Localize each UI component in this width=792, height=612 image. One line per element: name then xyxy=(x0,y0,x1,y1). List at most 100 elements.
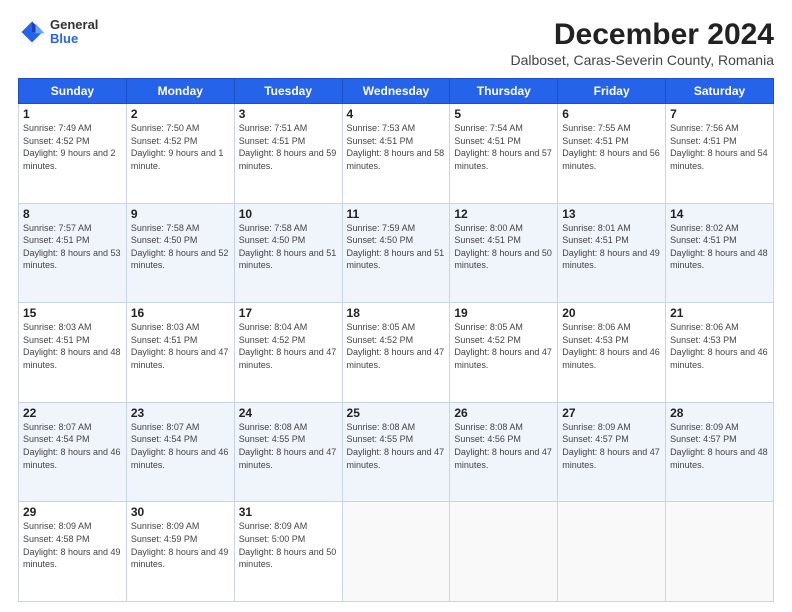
day-number: 22 xyxy=(23,406,122,420)
col-thursday: Thursday xyxy=(450,79,558,104)
calendar-cell xyxy=(666,502,774,602)
day-info: Sunrise: 7:58 AMSunset: 4:50 PMDaylight:… xyxy=(239,223,337,271)
day-number: 7 xyxy=(670,107,769,121)
col-wednesday: Wednesday xyxy=(342,79,450,104)
day-number: 8 xyxy=(23,207,122,221)
day-info: Sunrise: 8:05 AMSunset: 4:52 PMDaylight:… xyxy=(347,322,445,370)
day-info: Sunrise: 8:06 AMSunset: 4:53 PMDaylight:… xyxy=(670,322,768,370)
day-number: 16 xyxy=(131,306,230,320)
calendar-cell: 31 Sunrise: 8:09 AMSunset: 5:00 PMDaylig… xyxy=(234,502,342,602)
day-number: 20 xyxy=(562,306,661,320)
day-info: Sunrise: 7:51 AMSunset: 4:51 PMDaylight:… xyxy=(239,123,337,171)
calendar-cell: 12 Sunrise: 8:00 AMSunset: 4:51 PMDaylig… xyxy=(450,203,558,303)
logo-blue: Blue xyxy=(50,32,98,46)
calendar-cell: 30 Sunrise: 8:09 AMSunset: 4:59 PMDaylig… xyxy=(126,502,234,602)
day-info: Sunrise: 7:50 AMSunset: 4:52 PMDaylight:… xyxy=(131,123,224,171)
day-info: Sunrise: 8:09 AMSunset: 4:57 PMDaylight:… xyxy=(562,422,660,470)
calendar-cell: 8 Sunrise: 7:57 AMSunset: 4:51 PMDayligh… xyxy=(19,203,127,303)
calendar-cell: 7 Sunrise: 7:56 AMSunset: 4:51 PMDayligh… xyxy=(666,104,774,204)
location: Dalboset, Caras-Severin County, Romania xyxy=(510,52,774,68)
logo-text: General Blue xyxy=(50,18,98,47)
header: General Blue December 2024 Dalboset, Car… xyxy=(18,18,774,68)
calendar-cell: 24 Sunrise: 8:08 AMSunset: 4:55 PMDaylig… xyxy=(234,402,342,502)
calendar-cell: 23 Sunrise: 8:07 AMSunset: 4:54 PMDaylig… xyxy=(126,402,234,502)
calendar-cell: 5 Sunrise: 7:54 AMSunset: 4:51 PMDayligh… xyxy=(450,104,558,204)
day-number: 29 xyxy=(23,505,122,519)
calendar-week-5: 29 Sunrise: 8:09 AMSunset: 4:58 PMDaylig… xyxy=(19,502,774,602)
day-number: 24 xyxy=(239,406,338,420)
day-number: 5 xyxy=(454,107,553,121)
day-info: Sunrise: 8:07 AMSunset: 4:54 PMDaylight:… xyxy=(131,422,229,470)
col-saturday: Saturday xyxy=(666,79,774,104)
calendar-cell: 17 Sunrise: 8:04 AMSunset: 4:52 PMDaylig… xyxy=(234,303,342,403)
col-friday: Friday xyxy=(558,79,666,104)
day-number: 15 xyxy=(23,306,122,320)
day-info: Sunrise: 8:00 AMSunset: 4:51 PMDaylight:… xyxy=(454,223,552,271)
day-number: 21 xyxy=(670,306,769,320)
calendar-cell: 26 Sunrise: 8:08 AMSunset: 4:56 PMDaylig… xyxy=(450,402,558,502)
day-number: 18 xyxy=(347,306,446,320)
day-number: 30 xyxy=(131,505,230,519)
calendar-cell: 21 Sunrise: 8:06 AMSunset: 4:53 PMDaylig… xyxy=(666,303,774,403)
day-number: 9 xyxy=(131,207,230,221)
day-number: 17 xyxy=(239,306,338,320)
day-number: 25 xyxy=(347,406,446,420)
calendar-cell: 2 Sunrise: 7:50 AMSunset: 4:52 PMDayligh… xyxy=(126,104,234,204)
day-number: 27 xyxy=(562,406,661,420)
day-number: 13 xyxy=(562,207,661,221)
day-info: Sunrise: 7:58 AMSunset: 4:50 PMDaylight:… xyxy=(131,223,229,271)
day-number: 19 xyxy=(454,306,553,320)
calendar-cell: 6 Sunrise: 7:55 AMSunset: 4:51 PMDayligh… xyxy=(558,104,666,204)
day-info: Sunrise: 8:05 AMSunset: 4:52 PMDaylight:… xyxy=(454,322,552,370)
calendar-cell: 20 Sunrise: 8:06 AMSunset: 4:53 PMDaylig… xyxy=(558,303,666,403)
title-block: December 2024 Dalboset, Caras-Severin Co… xyxy=(510,18,774,68)
calendar-cell: 27 Sunrise: 8:09 AMSunset: 4:57 PMDaylig… xyxy=(558,402,666,502)
day-number: 1 xyxy=(23,107,122,121)
calendar-week-2: 8 Sunrise: 7:57 AMSunset: 4:51 PMDayligh… xyxy=(19,203,774,303)
day-info: Sunrise: 8:02 AMSunset: 4:51 PMDaylight:… xyxy=(670,223,768,271)
calendar-cell: 15 Sunrise: 8:03 AMSunset: 4:51 PMDaylig… xyxy=(19,303,127,403)
calendar-week-3: 15 Sunrise: 8:03 AMSunset: 4:51 PMDaylig… xyxy=(19,303,774,403)
calendar-cell: 13 Sunrise: 8:01 AMSunset: 4:51 PMDaylig… xyxy=(558,203,666,303)
day-info: Sunrise: 8:01 AMSunset: 4:51 PMDaylight:… xyxy=(562,223,660,271)
calendar-cell: 9 Sunrise: 7:58 AMSunset: 4:50 PMDayligh… xyxy=(126,203,234,303)
calendar-cell: 3 Sunrise: 7:51 AMSunset: 4:51 PMDayligh… xyxy=(234,104,342,204)
day-number: 28 xyxy=(670,406,769,420)
day-info: Sunrise: 8:06 AMSunset: 4:53 PMDaylight:… xyxy=(562,322,660,370)
day-info: Sunrise: 8:09 AMSunset: 5:00 PMDaylight:… xyxy=(239,521,337,569)
day-number: 11 xyxy=(347,207,446,221)
day-number: 4 xyxy=(347,107,446,121)
calendar-cell xyxy=(342,502,450,602)
calendar-cell: 25 Sunrise: 8:08 AMSunset: 4:55 PMDaylig… xyxy=(342,402,450,502)
day-info: Sunrise: 7:54 AMSunset: 4:51 PMDaylight:… xyxy=(454,123,552,171)
calendar-cell: 10 Sunrise: 7:58 AMSunset: 4:50 PMDaylig… xyxy=(234,203,342,303)
calendar-cell: 28 Sunrise: 8:09 AMSunset: 4:57 PMDaylig… xyxy=(666,402,774,502)
calendar-week-1: 1 Sunrise: 7:49 AMSunset: 4:52 PMDayligh… xyxy=(19,104,774,204)
calendar-cell: 1 Sunrise: 7:49 AMSunset: 4:52 PMDayligh… xyxy=(19,104,127,204)
calendar-cell: 29 Sunrise: 8:09 AMSunset: 4:58 PMDaylig… xyxy=(19,502,127,602)
calendar-cell: 22 Sunrise: 8:07 AMSunset: 4:54 PMDaylig… xyxy=(19,402,127,502)
day-info: Sunrise: 7:59 AMSunset: 4:50 PMDaylight:… xyxy=(347,223,445,271)
day-number: 3 xyxy=(239,107,338,121)
logo: General Blue xyxy=(18,18,98,47)
day-info: Sunrise: 8:09 AMSunset: 4:59 PMDaylight:… xyxy=(131,521,229,569)
day-info: Sunrise: 8:07 AMSunset: 4:54 PMDaylight:… xyxy=(23,422,121,470)
day-info: Sunrise: 8:09 AMSunset: 4:58 PMDaylight:… xyxy=(23,521,121,569)
col-tuesday: Tuesday xyxy=(234,79,342,104)
day-info: Sunrise: 7:56 AMSunset: 4:51 PMDaylight:… xyxy=(670,123,768,171)
day-number: 2 xyxy=(131,107,230,121)
day-number: 23 xyxy=(131,406,230,420)
col-sunday: Sunday xyxy=(19,79,127,104)
logo-icon xyxy=(18,18,46,46)
day-info: Sunrise: 8:04 AMSunset: 4:52 PMDaylight:… xyxy=(239,322,337,370)
calendar-table: Sunday Monday Tuesday Wednesday Thursday… xyxy=(18,78,774,602)
day-info: Sunrise: 7:53 AMSunset: 4:51 PMDaylight:… xyxy=(347,123,445,171)
day-number: 12 xyxy=(454,207,553,221)
calendar-cell: 18 Sunrise: 8:05 AMSunset: 4:52 PMDaylig… xyxy=(342,303,450,403)
day-info: Sunrise: 7:55 AMSunset: 4:51 PMDaylight:… xyxy=(562,123,660,171)
calendar-cell: 4 Sunrise: 7:53 AMSunset: 4:51 PMDayligh… xyxy=(342,104,450,204)
month-title: December 2024 xyxy=(510,18,774,52)
calendar-week-4: 22 Sunrise: 8:07 AMSunset: 4:54 PMDaylig… xyxy=(19,402,774,502)
calendar-cell: 16 Sunrise: 8:03 AMSunset: 4:51 PMDaylig… xyxy=(126,303,234,403)
day-info: Sunrise: 8:03 AMSunset: 4:51 PMDaylight:… xyxy=(23,322,121,370)
